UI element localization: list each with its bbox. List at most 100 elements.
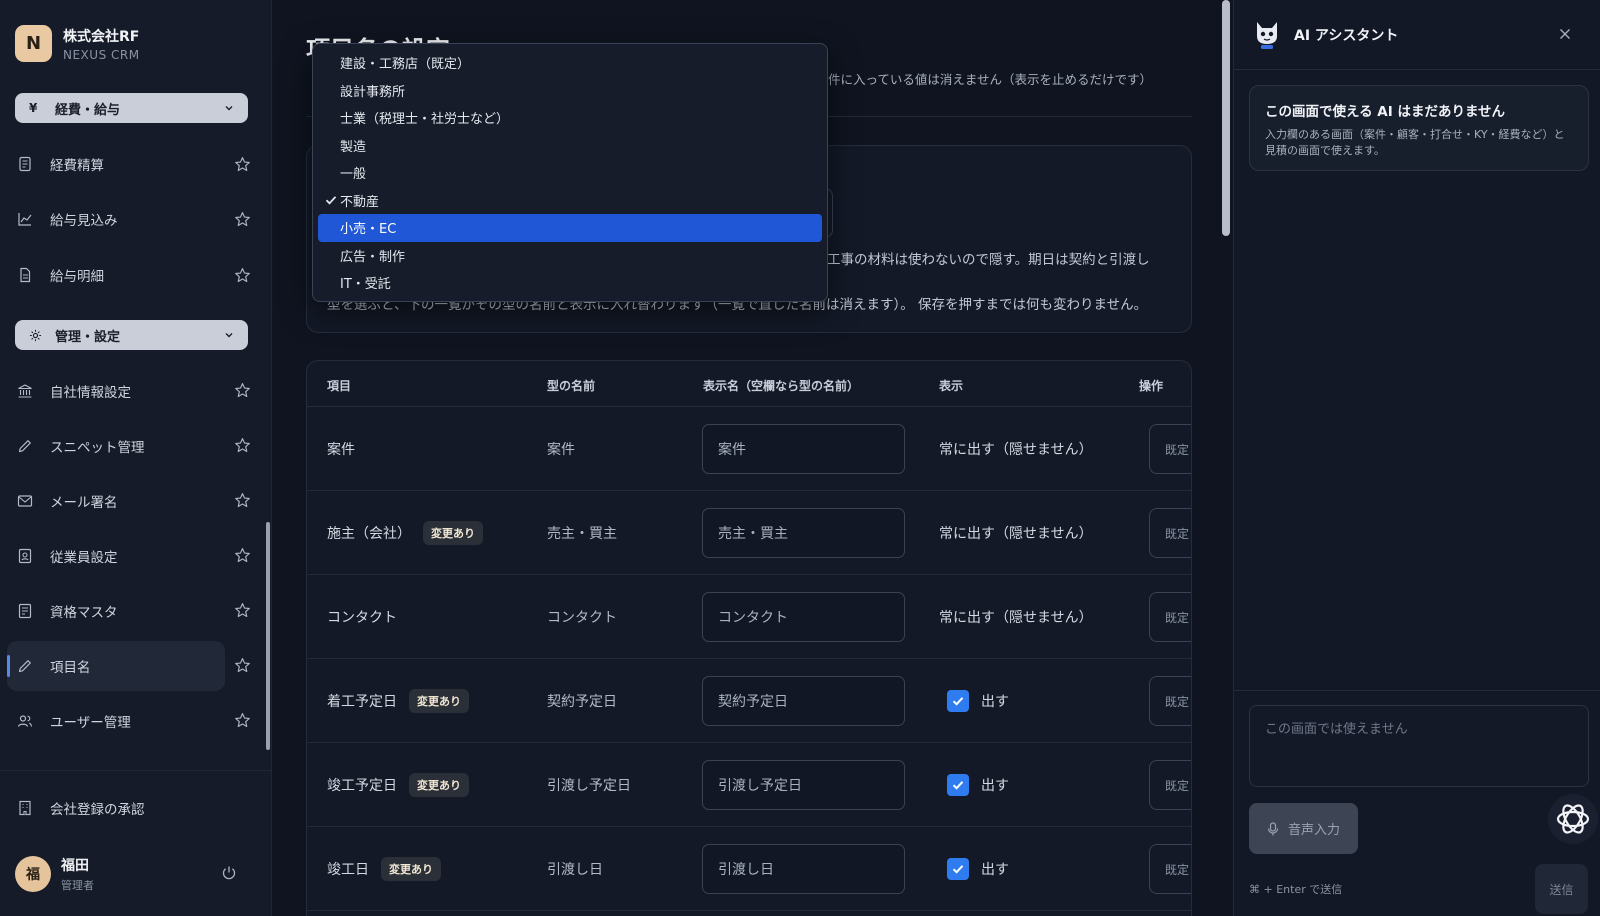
reset-default-button[interactable]: 既定 <box>1149 676 1191 726</box>
sidebar-item-qualification-master[interactable]: 資格マスタ <box>7 586 225 636</box>
reset-default-button[interactable]: 既定 <box>1149 760 1191 810</box>
receipt-icon <box>17 156 33 172</box>
star-icon[interactable] <box>234 156 251 173</box>
star-icon[interactable] <box>234 547 251 564</box>
product-name: NEXUS CRM <box>63 47 140 62</box>
sidebar-item-snippets[interactable]: スニペット管理 <box>7 421 225 471</box>
sidebar-item-payslip[interactable]: 給与明細 <box>7 250 225 300</box>
star-icon[interactable] <box>234 211 251 228</box>
column-header: 項目 <box>327 379 352 393</box>
sidebar-divider <box>0 770 272 771</box>
display-name-input[interactable]: 引渡し予定日 <box>702 760 905 810</box>
sidebar-item-field-names[interactable]: 項目名 <box>7 641 225 691</box>
dropdown-option[interactable]: 建設・工務店（既定） <box>318 49 822 77</box>
changed-badge: 変更あり <box>409 773 469 797</box>
column-header: 型の名前 <box>547 379 596 393</box>
sidebar-item-mail-signature[interactable]: メール署名 <box>7 476 225 526</box>
company-name: 株式会社RF <box>63 28 140 45</box>
star-icon[interactable] <box>234 382 251 399</box>
sidebar-scrollbar[interactable] <box>266 522 270 750</box>
ai-assistant-panel: AI アシスタント この画面で使える AI はまだありません 入力欄のある画面（… <box>1233 0 1600 916</box>
reset-default-button[interactable]: 既定 <box>1149 592 1191 642</box>
star-icon[interactable] <box>234 437 251 454</box>
send-shortcut-hint: ⌘ + Enter で送信 <box>1249 883 1343 896</box>
user-profile[interactable]: 福 福田 管理者 <box>15 855 94 893</box>
table-row: 案件 案件 案件 常に出す（隠せません） 既定 <box>307 407 1191 491</box>
dropdown-option[interactable]: 士業（税理士・社労士など） <box>318 104 822 132</box>
send-button[interactable]: 送信 <box>1535 864 1588 914</box>
sidebar-item-label: 資格マスタ <box>50 605 118 621</box>
type-name: 契約予定日 <box>547 694 617 710</box>
reset-default-button[interactable]: 既定 <box>1149 424 1191 474</box>
close-icon[interactable] <box>1559 28 1571 40</box>
users-icon <box>17 713 33 729</box>
item-label: 竣工予定日 <box>327 778 397 794</box>
display-name-input[interactable]: 引渡し日 <box>702 844 905 894</box>
visibility-text: 出す <box>981 694 1009 710</box>
gear-icon <box>29 329 43 342</box>
dropdown-option-highlighted[interactable]: 小売・EC <box>318 214 822 242</box>
avatar: 福 <box>15 856 51 892</box>
ai-unavailable-notice: この画面で使える AI はまだありません 入力欄のある画面（案件・顧客・打合せ・… <box>1249 85 1589 171</box>
dropdown-option[interactable]: IT・受託 <box>318 269 822 297</box>
column-header: 表示名（空欄なら型の名前） <box>703 379 860 393</box>
visibility-checkbox[interactable] <box>947 858 969 880</box>
document-icon <box>17 267 33 283</box>
dropdown-option[interactable]: 一般 <box>318 159 822 187</box>
display-name-input[interactable]: 契約予定日 <box>702 676 905 726</box>
sidebar-item-company-info[interactable]: 自社情報設定 <box>7 366 225 416</box>
dropdown-option-label: 不動産 <box>340 194 380 210</box>
display-name-input[interactable]: 案件 <box>702 424 905 474</box>
reset-default-button[interactable]: 既定 <box>1149 508 1191 558</box>
changed-badge: 変更あり <box>423 521 483 545</box>
ai-message-input[interactable]: この画面では使えません <box>1249 705 1589 787</box>
visibility-text: 出す <box>981 862 1009 878</box>
sidebar-item-salary-forecast[interactable]: 給与見込み <box>7 194 225 244</box>
star-icon[interactable] <box>234 657 251 674</box>
column-header: 表示 <box>939 379 964 393</box>
star-icon[interactable] <box>234 267 251 284</box>
sidebar-item-label: 経費精算 <box>50 158 104 174</box>
chevron-down-icon <box>224 330 234 340</box>
star-icon[interactable] <box>234 712 251 729</box>
voice-input-button[interactable]: 音声入力 <box>1249 803 1358 854</box>
dropdown-option[interactable]: 広告・制作 <box>318 242 822 270</box>
main-scrollbar[interactable] <box>1222 0 1230 236</box>
divider <box>1234 690 1600 691</box>
visibility-checkbox[interactable] <box>947 774 969 796</box>
ai-panel-header: AI アシスタント <box>1234 0 1600 70</box>
item-label: コンタクト <box>327 610 397 626</box>
nav-group-finance[interactable]: ¥ 経費・給与 <box>15 93 248 123</box>
sidebar-item-expenses[interactable]: 経費精算 <box>7 139 225 189</box>
nav-group-admin[interactable]: 管理・設定 <box>15 320 248 350</box>
power-icon[interactable] <box>221 865 237 881</box>
star-icon[interactable] <box>234 492 251 509</box>
sidebar-item-company-approval[interactable]: 会社登録の承認 <box>7 790 145 826</box>
display-name-input[interactable]: 売主・買主 <box>702 508 905 558</box>
dropdown-option-selected[interactable]: 不動産 <box>318 187 822 215</box>
table-row: 施主（会社） 変更あり 売主・買主 売主・買主 常に出す（隠せません） 既定 <box>307 491 1191 575</box>
display-name-input[interactable]: コンタクト <box>702 592 905 642</box>
sidebar-item-label: メール署名 <box>50 495 118 511</box>
brand[interactable]: N 株式会社RF NEXUS CRM <box>15 25 140 62</box>
type-name: 売主・買主 <box>547 526 617 542</box>
sidebar-item-user-management[interactable]: ユーザー管理 <box>7 696 225 746</box>
reset-default-button[interactable]: 既定 <box>1149 844 1191 894</box>
microphone-icon <box>1267 821 1279 836</box>
openai-icon[interactable] <box>1548 794 1598 844</box>
dropdown-option[interactable]: 設計事務所 <box>318 77 822 105</box>
dropdown-option[interactable]: 製造 <box>318 132 822 160</box>
cat-robot-icon <box>1254 18 1280 50</box>
industry-dropdown-menu: 建設・工務店（既定） 設計事務所 士業（税理士・社労士など） 製造 一般 不動産… <box>312 43 828 302</box>
pencil-icon <box>17 438 33 454</box>
user-name: 福田 <box>61 858 89 874</box>
star-icon[interactable] <box>234 602 251 619</box>
notice-title: この画面で使える AI はまだありません <box>1265 104 1506 120</box>
sidebar-item-employee-settings[interactable]: 従業員設定 <box>7 531 225 581</box>
item-label: 案件 <box>327 442 355 458</box>
notice-body: 入力欄のある画面（案件・顧客・打合せ・KY・経費など）と見積の画面で使えます。 <box>1265 128 1565 157</box>
visibility-checkbox[interactable] <box>947 690 969 712</box>
item-label: 竣工日 <box>327 862 369 878</box>
table-row: 着工予定日 変更あり 契約予定日 契約予定日 出す 既定 <box>307 659 1191 743</box>
column-header: 操作 <box>1139 379 1164 393</box>
